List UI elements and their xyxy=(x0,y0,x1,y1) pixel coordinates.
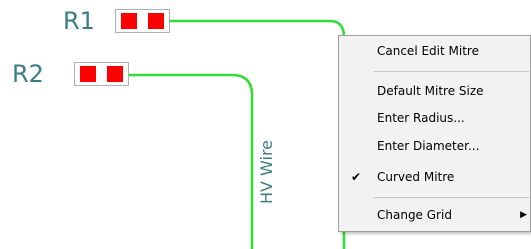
wire-r1[interactable] xyxy=(170,19,346,38)
menu-item-curved-mitre[interactable]: ✔ Curved Mitre xyxy=(340,166,529,188)
designator-r1[interactable]: R1 xyxy=(63,8,95,34)
menu-item-label: Curved Mitre xyxy=(377,170,455,184)
checkmark-icon: ✔ xyxy=(351,170,362,184)
menu-separator xyxy=(374,71,529,72)
footprint-r1[interactable] xyxy=(115,9,170,33)
context-menu: Cancel Edit Mitre Default Mitre Size Ent… xyxy=(338,35,531,232)
menu-separator xyxy=(374,197,529,198)
menu-item-enter-radius[interactable]: Enter Radius... xyxy=(340,107,529,129)
menu-item-cancel-edit-mitre[interactable]: Cancel Edit Mitre xyxy=(340,40,529,62)
pad-r2-1[interactable] xyxy=(80,66,96,82)
hv-wire[interactable] xyxy=(129,73,254,249)
pad-r1-2[interactable] xyxy=(148,13,164,29)
menu-item-change-grid[interactable]: Change Grid ▶ xyxy=(340,204,529,226)
pad-r1-1[interactable] xyxy=(121,13,137,29)
footprint-r2[interactable] xyxy=(74,62,129,86)
designator-r2[interactable]: R2 xyxy=(12,61,44,87)
menu-item-label: Default Mitre Size xyxy=(377,84,484,98)
menu-item-label: Enter Radius... xyxy=(377,111,465,125)
menu-item-label: Enter Diameter... xyxy=(377,139,480,153)
menu-item-enter-diameter[interactable]: Enter Diameter... xyxy=(340,135,529,157)
wire-label[interactable]: HV Wire xyxy=(257,127,276,217)
menu-item-default-mitre-size[interactable]: Default Mitre Size xyxy=(340,80,529,102)
submenu-arrow-icon: ▶ xyxy=(520,210,527,220)
menu-item-label: Change Grid xyxy=(377,208,452,222)
menu-item-label: Cancel Edit Mitre xyxy=(377,44,479,58)
pad-r2-2[interactable] xyxy=(107,66,123,82)
